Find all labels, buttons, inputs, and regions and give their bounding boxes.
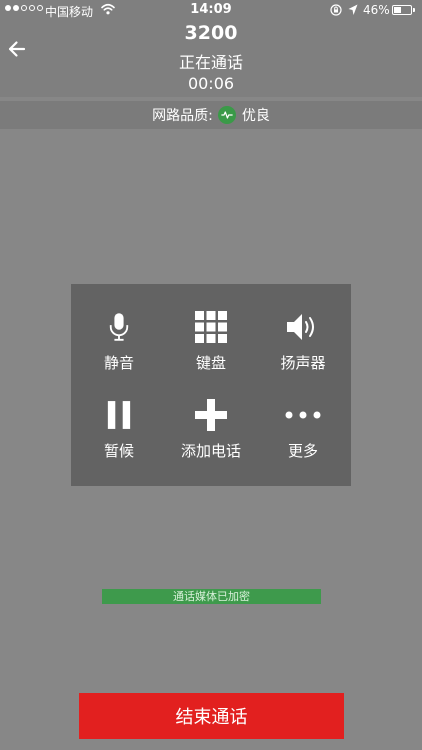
battery-percentage: 46% xyxy=(363,3,390,17)
network-quality-value: 优良 xyxy=(241,108,270,124)
add-call-label: 添加电话 xyxy=(180,442,241,460)
hold-label: 暂候 xyxy=(103,442,134,460)
call-header: 中国移动 14:09 46% 3200 正在通话 00:06 xyxy=(0,0,422,97)
call-number: 3200 xyxy=(184,22,238,44)
more-dots-icon xyxy=(283,395,323,435)
orientation-lock-icon xyxy=(330,4,342,16)
plus-icon xyxy=(191,395,231,435)
mute-button[interactable]: 静音 xyxy=(74,307,164,387)
battery-icon xyxy=(392,5,412,15)
end-call-button[interactable]: 结束通话 xyxy=(79,693,344,739)
speaker-icon xyxy=(283,307,323,347)
more-button[interactable]: 更多 xyxy=(258,395,348,475)
encryption-status-badge: 通话媒体已加密 xyxy=(102,589,321,604)
status-time: 14:09 xyxy=(190,2,232,17)
microphone-icon xyxy=(99,307,139,347)
add-call-button[interactable]: 添加电话 xyxy=(166,395,256,475)
pause-icon xyxy=(99,395,139,435)
status-bar: 中国移动 14:09 46% xyxy=(0,0,422,22)
hold-button[interactable]: 暂候 xyxy=(74,395,164,475)
network-quality-bar: 网路品质: 优良 xyxy=(0,101,422,129)
battery-tip xyxy=(413,8,415,12)
signal-quality-icon xyxy=(217,106,236,124)
keypad-button[interactable]: 键盘 xyxy=(166,307,256,387)
more-label: 更多 xyxy=(287,442,318,460)
location-icon xyxy=(348,4,358,15)
keypad-icon xyxy=(191,307,231,347)
battery-fill xyxy=(394,7,402,13)
network-quality-label: 网路品质: xyxy=(152,108,213,124)
call-status: 正在通话 xyxy=(178,53,243,72)
speaker-label: 扬声器 xyxy=(280,354,326,372)
call-controls-panel: 静音 键盘 扬声器 暂候 添加电话 更多 xyxy=(71,284,351,486)
call-duration: 00:06 xyxy=(187,74,235,93)
mute-label: 静音 xyxy=(103,354,134,372)
speaker-button[interactable]: 扬声器 xyxy=(258,307,348,387)
keypad-label: 键盘 xyxy=(195,354,226,372)
